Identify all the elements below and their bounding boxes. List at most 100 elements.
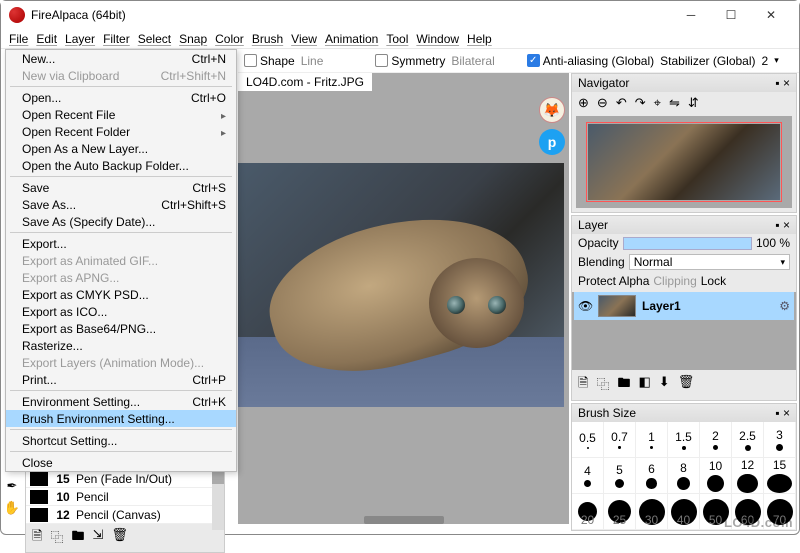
menu-file[interactable]: File: [5, 32, 32, 46]
zoom-in-icon[interactable]: ⊕: [578, 95, 589, 111]
menu-view[interactable]: View: [287, 32, 321, 46]
file-menu-item[interactable]: Save As...Ctrl+Shift+S: [6, 196, 236, 213]
layer-item[interactable]: 👁 Layer1 ⚙: [574, 292, 794, 320]
brush-size-cell[interactable]: 8: [668, 458, 700, 494]
brush-row[interactable]: 15Pen (Fade In/Out): [26, 470, 224, 488]
menu-filter[interactable]: Filter: [99, 32, 134, 46]
file-menu-item[interactable]: Brush Environment Setting...: [6, 410, 236, 427]
brush-size-cell[interactable]: 2: [700, 422, 732, 458]
file-menu-item[interactable]: Export as ICO...: [6, 303, 236, 320]
opacity-slider[interactable]: [623, 237, 752, 250]
duplicate-layer-icon[interactable]: ⿻: [596, 374, 609, 396]
file-menu-item[interactable]: New via ClipboardCtrl+Shift+N: [6, 67, 236, 84]
menu-help[interactable]: Help: [463, 32, 496, 46]
stabilizer-value[interactable]: 2: [762, 54, 769, 68]
rotate-right-icon[interactable]: ↷: [635, 95, 646, 111]
file-menu-item[interactable]: Close: [6, 454, 236, 471]
panel-pin-icon[interactable]: ▪ ×: [775, 76, 790, 90]
file-menu-item[interactable]: Open Recent Folder: [6, 123, 236, 140]
brush-size-cell[interactable]: 15: [764, 458, 796, 494]
visibility-icon[interactable]: 👁: [578, 299, 592, 313]
menu-window[interactable]: Window: [412, 32, 463, 46]
menu-tool[interactable]: Tool: [382, 32, 412, 46]
maximize-button[interactable]: ☐: [711, 1, 751, 29]
panel-pin-icon[interactable]: ▪ ×: [775, 406, 790, 420]
mask-layer-icon[interactable]: ◧: [638, 374, 650, 396]
brush-size-cell[interactable]: 4: [572, 458, 604, 494]
file-menu-item[interactable]: New...Ctrl+N: [6, 50, 236, 67]
menu-color[interactable]: Color: [211, 32, 248, 46]
brush-size-cell[interactable]: 2.5: [732, 422, 764, 458]
menu-snap[interactable]: Snap: [175, 32, 211, 46]
brush-size-cell[interactable]: 12: [732, 458, 764, 494]
panel-pin-icon[interactable]: ▪ ×: [775, 218, 790, 232]
brush-size-cell[interactable]: 6: [636, 458, 668, 494]
new-layer-icon[interactable]: 🗎: [578, 374, 588, 396]
menu-layer[interactable]: Layer: [61, 32, 99, 46]
menu-animation[interactable]: Animation: [321, 32, 382, 46]
brush-size-cell[interactable]: 1.5: [668, 422, 700, 458]
lock-checkbox[interactable]: Lock: [701, 274, 726, 288]
menu-select[interactable]: Select: [134, 32, 175, 46]
brush-size-cell[interactable]: 0.5: [572, 422, 604, 458]
antialias-checkbox[interactable]: ✓Anti-aliasing (Global): [527, 54, 654, 68]
file-menu-item[interactable]: SaveCtrl+S: [6, 179, 236, 196]
brush-size-cell[interactable]: 30: [636, 494, 668, 530]
brush-size-cell[interactable]: 5: [604, 458, 636, 494]
dropdown-icon[interactable]: ▾: [774, 55, 779, 66]
file-menu-item[interactable]: Open...Ctrl+O: [6, 89, 236, 106]
flip-v-icon[interactable]: ⇵: [688, 95, 699, 111]
clipping-checkbox[interactable]: Clipping: [653, 274, 696, 288]
file-menu-item[interactable]: Rasterize...: [6, 337, 236, 354]
duplicate-brush-icon[interactable]: ⿻: [50, 527, 63, 549]
menu-brush[interactable]: Brush: [248, 32, 287, 46]
file-menu-item[interactable]: Open the Auto Backup Folder...: [6, 157, 236, 174]
protect-alpha-checkbox[interactable]: Protect Alpha: [578, 274, 649, 288]
canvas-image[interactable]: [238, 163, 564, 407]
file-menu-item[interactable]: Export...: [6, 235, 236, 252]
eyedropper2-icon[interactable]: ✒: [3, 477, 21, 495]
brush-size-cell[interactable]: 0.7: [604, 422, 636, 458]
mascot-badge-icon[interactable]: 🦊: [539, 97, 565, 123]
file-menu-item[interactable]: Export Layers (Animation Mode)...: [6, 354, 236, 371]
merge-down-icon[interactable]: ⬇: [659, 374, 670, 396]
file-menu-item[interactable]: Print...Ctrl+P: [6, 371, 236, 388]
brush-size-cell[interactable]: 1: [636, 422, 668, 458]
brush-row[interactable]: 12Pencil (Canvas): [26, 506, 224, 524]
rotate-left-icon[interactable]: ↶: [616, 95, 627, 111]
file-menu-item[interactable]: Environment Setting...Ctrl+K: [6, 393, 236, 410]
brush-size-cell[interactable]: 3: [764, 422, 796, 458]
brush-row[interactable]: 10Pencil: [26, 488, 224, 506]
delete-layer-icon[interactable]: 🗑: [678, 374, 695, 396]
file-menu-item[interactable]: Save As (Specify Date)...: [6, 213, 236, 230]
file-menu-item[interactable]: Open Recent File: [6, 106, 236, 123]
folder-brush-icon[interactable]: 🖿: [71, 527, 84, 549]
brush-size-cell[interactable]: 40: [668, 494, 700, 530]
blending-select[interactable]: Normal▾: [629, 254, 790, 270]
symmetry-checkbox[interactable]: Symmetry: [375, 54, 445, 68]
delete-brush-icon[interactable]: 🗑: [111, 527, 128, 549]
horizontal-scrollbar[interactable]: [364, 516, 444, 524]
file-menu-item[interactable]: Export as CMYK PSD...: [6, 286, 236, 303]
brush-size-cell[interactable]: 25: [604, 494, 636, 530]
close-button[interactable]: ✕: [751, 1, 791, 29]
file-menu-item[interactable]: Open As a New Layer...: [6, 140, 236, 157]
brush-size-cell[interactable]: 10: [700, 458, 732, 494]
canvas-area[interactable]: 🦊 p: [238, 91, 569, 524]
brush-size-cell[interactable]: 20: [572, 494, 604, 530]
fit-icon[interactable]: ⌖: [654, 95, 661, 111]
tab-document[interactable]: LO4D.com - Fritz.JPG: [238, 73, 372, 91]
file-menu-item[interactable]: Shortcut Setting...: [6, 432, 236, 449]
file-menu-item[interactable]: Export as Base64/PNG...: [6, 320, 236, 337]
file-menu-item[interactable]: Export as APNG...: [6, 269, 236, 286]
pixiv-badge-icon[interactable]: p: [539, 129, 565, 155]
zoom-out-icon[interactable]: ⊖: [597, 95, 608, 111]
layer-settings-icon[interactable]: ⚙: [779, 299, 790, 313]
add-brush-icon[interactable]: 🗎: [32, 527, 42, 549]
flip-h-icon[interactable]: ⇋: [669, 95, 680, 111]
file-menu-item[interactable]: Export as Animated GIF...: [6, 252, 236, 269]
menu-edit[interactable]: Edit: [32, 32, 61, 46]
hand-tool-icon[interactable]: ✋: [3, 499, 21, 517]
folder-layer-icon[interactable]: 🖿: [617, 374, 630, 396]
shape-checkbox[interactable]: Shape: [244, 54, 295, 68]
